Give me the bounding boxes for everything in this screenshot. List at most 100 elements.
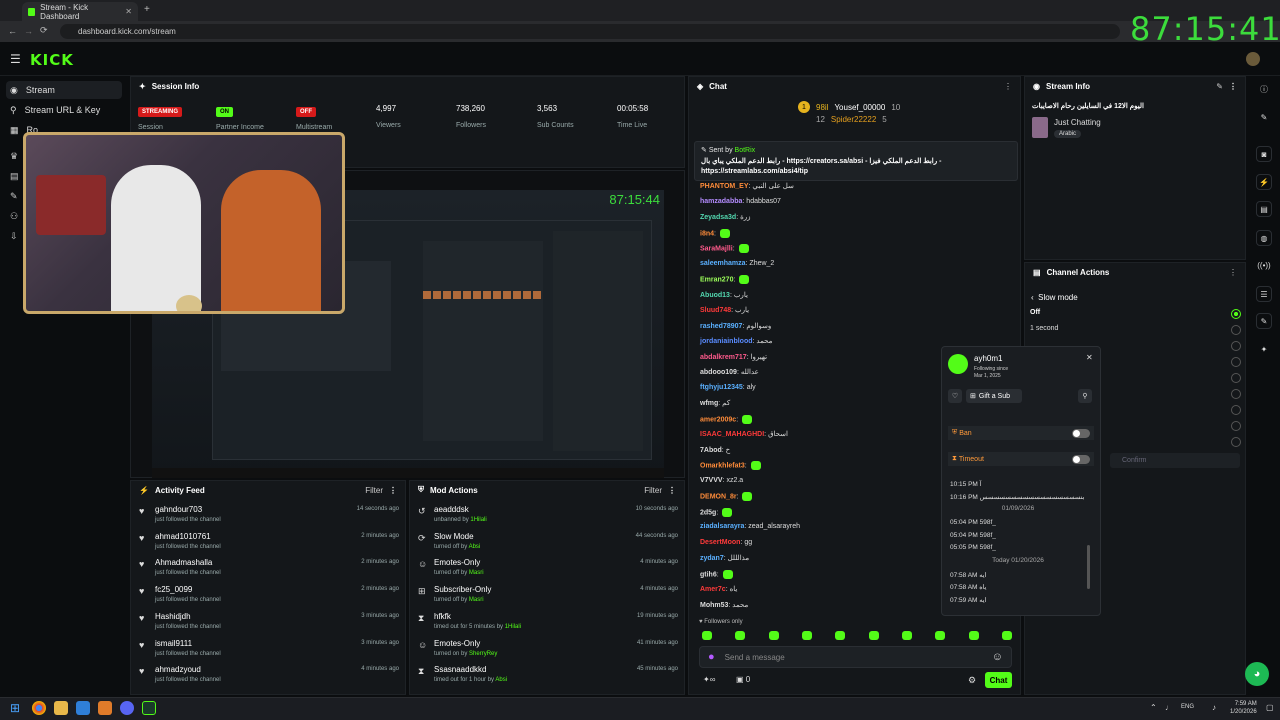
chat-message[interactable]: wfmg: كم	[700, 399, 730, 407]
more-icon[interactable]: ⋮	[1004, 82, 1012, 91]
chat-message[interactable]: Sluud748: يارب	[700, 306, 749, 314]
chat-bubble-icon[interactable]: ◍	[1256, 230, 1272, 246]
mic-icon[interactable]: ●	[708, 651, 715, 663]
more-icon[interactable]: ⋮	[389, 486, 397, 495]
tools-icon[interactable]: ✎	[10, 186, 19, 206]
radio-off[interactable]	[1231, 309, 1241, 319]
radio-option[interactable]	[1231, 325, 1241, 335]
chat-username[interactable]: Omarkhlefat3	[700, 462, 745, 469]
chat-username[interactable]: zydan7	[700, 555, 724, 562]
list-item[interactable]: ♥ Ahmadmashalla just followed the channel 2…	[131, 556, 405, 582]
list-item[interactable]: ☺ Emotes-Only turned off by Masri 4 minutes…	[410, 556, 684, 582]
emoji-icon[interactable]: ☺	[992, 651, 1003, 663]
edit-icon[interactable]: ✎	[1216, 82, 1223, 91]
back-icon[interactable]: ←	[8, 26, 17, 36]
chat-message[interactable]: gtih6:	[700, 569, 733, 579]
list-item[interactable]: ♥ ahmad1010761 just followed the channel 2 …	[131, 530, 405, 556]
chat-username[interactable]: Amer7c	[700, 586, 726, 593]
chat-username[interactable]: PHANTOM_EY	[700, 183, 749, 190]
chat-message[interactable]: amer2009c:	[700, 414, 753, 424]
chat-message[interactable]: V7VVV: xz2.a	[700, 477, 743, 484]
sidebar-item-stream[interactable]: ◉ Stream	[6, 81, 122, 99]
chat-message[interactable]: DesertMoon: gg	[700, 539, 752, 546]
emote-icon[interactable]	[801, 631, 812, 640]
emote-icon[interactable]	[968, 631, 979, 640]
layers-icon[interactable]: ☰	[1256, 286, 1272, 302]
windows-start-icon[interactable]: ⊞	[10, 701, 24, 715]
chat-username[interactable]: DesertMoon	[700, 539, 740, 546]
forward-icon[interactable]: →	[24, 26, 33, 36]
chat-username[interactable]: amer2009c	[700, 416, 736, 423]
chat-username[interactable]: Emran270	[700, 276, 733, 283]
radio-option[interactable]	[1231, 341, 1241, 351]
chrome-icon[interactable]	[32, 701, 46, 715]
gift-sub-button[interactable]: ⊞ Gift a Sub	[966, 389, 1022, 403]
more-icon[interactable]: ⋮	[668, 486, 676, 495]
chat-message[interactable]: PHANTOM_EY: سل علی النبي	[700, 182, 794, 190]
heart-icon[interactable]: ♡	[948, 389, 962, 403]
chat-username[interactable]: jordaniainblood	[700, 338, 753, 345]
radio-option[interactable]	[1231, 421, 1241, 431]
chat-username[interactable]: Mohm53	[700, 602, 728, 609]
language-indicator[interactable]: ENG	[1181, 704, 1194, 710]
chat-username[interactable]: wfmg	[700, 400, 718, 407]
browser-tab[interactable]: Stream - Kick Dashboard ✕	[22, 2, 138, 21]
system-clock[interactable]: 7:59 AM 1/20/2026	[1230, 700, 1257, 716]
clipboard-icon[interactable]: ▤	[1256, 201, 1272, 217]
chat-username[interactable]: Abuod13	[700, 292, 730, 299]
list-item[interactable]: ⧗ Ssasnaaddkkd timed out for 1 hour by Abs…	[410, 663, 684, 689]
chat-username[interactable]: ziadalsarayra	[700, 523, 744, 530]
category-name[interactable]: Just Chatting	[1054, 118, 1101, 127]
chat-message[interactable]: jordaniainblood: محمد	[700, 337, 772, 345]
timeout-toggle[interactable]	[1072, 455, 1090, 464]
chat-message[interactable]: 7Abod: خ	[700, 446, 730, 454]
radio-option[interactable]	[1231, 437, 1241, 447]
chat-message[interactable]: ftghyju12345: aly	[700, 384, 756, 391]
mic-tray-icon[interactable]: ♩	[1165, 703, 1173, 712]
pin-icon[interactable]: ⚲	[1078, 389, 1092, 403]
chat-username[interactable]: i8n4	[700, 230, 714, 237]
app-icon[interactable]	[98, 701, 112, 715]
chat-message[interactable]: abdooo109: عدالله	[700, 368, 759, 376]
infinity-icon[interactable]: ✦∞	[703, 675, 715, 684]
emote-icon[interactable]	[868, 631, 879, 640]
emote-icon[interactable]	[1001, 631, 1012, 640]
kick-logo[interactable]: KICK	[30, 51, 74, 69]
apps-icon[interactable]: ✦	[1256, 341, 1272, 357]
chat-username[interactable]: abdalkrem717	[700, 354, 747, 361]
mod-filter-button[interactable]: Filter	[644, 486, 662, 495]
option-off[interactable]: Off	[1030, 309, 1040, 316]
notification-icon[interactable]: ▢	[1266, 703, 1274, 712]
list-item[interactable]: ⟳ Slow Mode turned off by Absi 44 seconds a…	[410, 530, 684, 556]
close-icon[interactable]: ✕	[1086, 353, 1093, 362]
emote-icon[interactable]	[901, 631, 912, 640]
history-scrollbar[interactable]	[1087, 545, 1090, 589]
wrench-icon[interactable]: ✎	[1256, 313, 1272, 329]
list-item[interactable]: ♥ fc25_0099 just followed the channel 2 min…	[131, 583, 405, 609]
chat-message[interactable]: Zeyadsa3d: زرة	[700, 213, 751, 221]
avatar[interactable]	[1246, 52, 1260, 66]
reload-icon[interactable]: ⟳	[40, 25, 48, 36]
chat-username[interactable]: Sluud748	[700, 307, 731, 314]
info-icon[interactable]: ⓘ	[1256, 81, 1272, 97]
ban-toggle[interactable]	[1072, 429, 1090, 438]
chat-message[interactable]: ISAAC_MAHAGHDI: اسحاق	[700, 430, 788, 438]
trophy-icon[interactable]: ♛	[10, 146, 19, 166]
more-icon[interactable]: ⋮	[1229, 268, 1237, 277]
radio-option[interactable]	[1231, 357, 1241, 367]
menu-icon[interactable]: ☰	[10, 52, 21, 66]
chat-message[interactable]: Abuod13: يارب	[700, 291, 748, 299]
emote-icon[interactable]	[735, 631, 746, 640]
emote-icon[interactable]	[702, 631, 712, 640]
chat-message[interactable]: Emran270:	[700, 275, 750, 284]
chat-message[interactable]: hamzadabba: hdabbas07	[700, 198, 781, 205]
close-tab-icon[interactable]: ✕	[125, 7, 132, 16]
list-item[interactable]: ♥ gahndour703 just followed the channel 14 …	[131, 503, 405, 529]
bolt-icon[interactable]: ⚡	[1256, 174, 1272, 190]
chat-username[interactable]: abdooo109	[700, 369, 737, 376]
list-item[interactable]: ⧗ hfkfk timed out for 5 minutes by 1Hilali…	[410, 610, 684, 636]
list-item[interactable]: ♥ ahmadzyoud just followed the channel 4 mi…	[131, 663, 405, 689]
sidebar-item-stream-url-key[interactable]: ⚲ Stream URL & Key	[6, 101, 122, 119]
list-item[interactable]: ⊞ Subscriber-Only turned off by Masri 4 min…	[410, 583, 684, 609]
list-item[interactable]: ☺ Emotes-Only turned on by SherryRey 41 min…	[410, 637, 684, 663]
